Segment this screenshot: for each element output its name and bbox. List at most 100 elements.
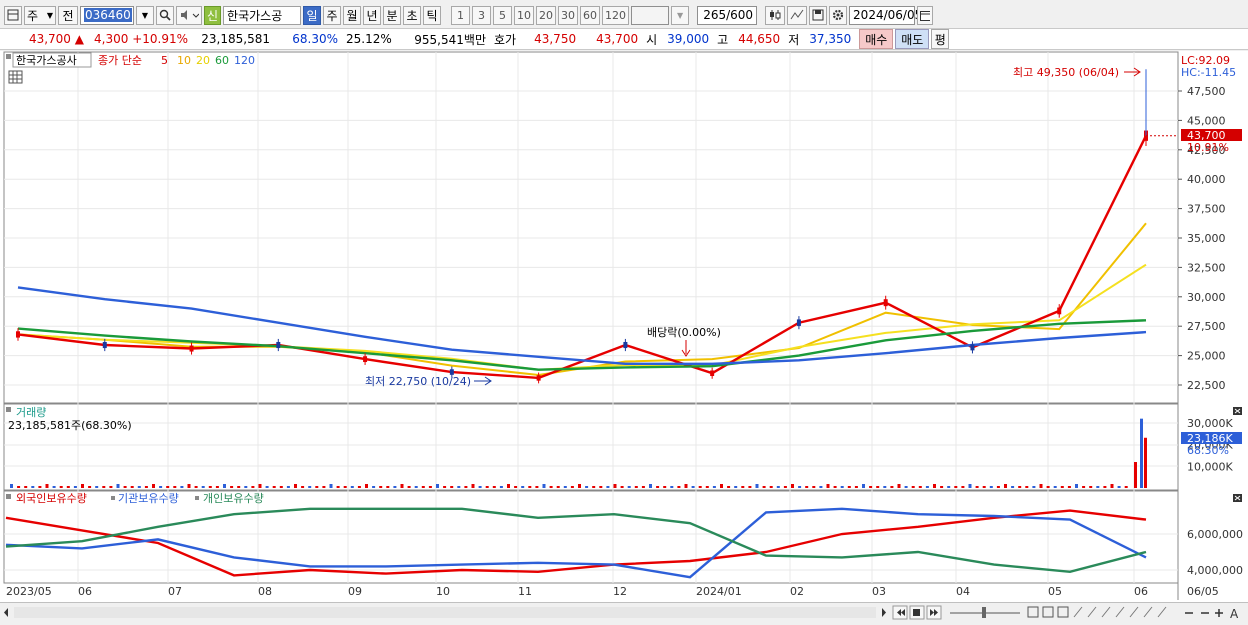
x-axis-label: 06/05 xyxy=(1187,585,1219,598)
period-day[interactable]: 일 xyxy=(303,5,322,25)
close-icon[interactable] xyxy=(1233,407,1242,415)
volume-bar xyxy=(620,486,624,488)
volume-bar xyxy=(1117,486,1121,488)
interval-60[interactable]: 60 xyxy=(580,5,601,25)
interval-30[interactable]: 30 xyxy=(558,5,579,25)
buy-button[interactable]: 매수 xyxy=(859,29,894,49)
volume-bar xyxy=(215,486,219,488)
legend-marker xyxy=(195,496,199,500)
zoom-slider[interactable] xyxy=(950,607,1020,618)
volume-bar xyxy=(840,486,844,488)
table-icon[interactable] xyxy=(8,70,23,84)
save-icon[interactable] xyxy=(809,5,828,25)
volume-bar xyxy=(1032,486,1036,488)
volume-bar xyxy=(1134,462,1137,488)
price-axis-label: 40,000 xyxy=(1187,173,1226,186)
gear-icon[interactable] xyxy=(829,5,848,25)
interval-3[interactable]: 3 xyxy=(472,5,492,25)
period-week[interactable]: 주 xyxy=(323,5,342,25)
sell-button[interactable]: 매도 xyxy=(895,29,930,49)
stop-icon[interactable] xyxy=(909,605,925,620)
price-value: 43,700 xyxy=(28,32,71,46)
volume-bar xyxy=(52,486,56,488)
amount-text: 955,541백만 xyxy=(414,32,486,47)
volume-bar xyxy=(705,486,709,488)
volume-bar xyxy=(350,486,354,488)
count-input[interactable]: 265/600 xyxy=(697,5,758,25)
calendar-icon[interactable] xyxy=(917,5,934,25)
change-pct-value: +10.91% xyxy=(132,32,188,46)
plus-icon[interactable] xyxy=(1215,609,1223,617)
volume-bar xyxy=(698,486,702,488)
interval-10[interactable]: 10 xyxy=(514,5,535,25)
interval-label: 20 xyxy=(539,8,554,22)
legend-foreign: 외국인보유수량 xyxy=(16,492,87,505)
volume-bar xyxy=(45,484,49,488)
fast-forward-icon[interactable] xyxy=(926,605,942,620)
volume-bar xyxy=(854,486,858,488)
chart-area[interactable]: 한국가스공사 종가 단순 5 10 20 60 120 최고 49,350 (0… xyxy=(0,51,1248,603)
chevron-down-icon: ▼ xyxy=(46,10,53,20)
volume-bar xyxy=(869,486,873,488)
volume-bar xyxy=(294,484,297,488)
chart-toolbar: 주 ▼ 전 036460 ▼ 신 한국가스공 일 주 월 년 분 초 틱 1 3… xyxy=(0,3,1248,27)
volume-bar xyxy=(805,486,809,488)
sound-icon[interactable] xyxy=(176,5,202,25)
volume-bar xyxy=(336,486,340,488)
stock-name-field: 한국가스공 xyxy=(223,5,302,25)
period-second[interactable]: 초 xyxy=(403,5,422,25)
volume-bar xyxy=(656,486,660,488)
prev-button[interactable]: 전 xyxy=(58,5,78,25)
scroll-left-icon[interactable] xyxy=(4,608,8,617)
volume-bar xyxy=(485,486,489,488)
period-year[interactable]: 년 xyxy=(363,5,382,25)
candle-type-icon[interactable] xyxy=(765,5,786,25)
layout-icon[interactable] xyxy=(4,5,22,25)
volume-bar xyxy=(947,486,951,488)
volume-bar xyxy=(152,484,155,488)
interval-120[interactable]: 120 xyxy=(602,5,630,25)
close-icon[interactable] xyxy=(1233,494,1242,502)
eval-button[interactable]: 평 xyxy=(931,29,950,49)
view-mode-icon[interactable] xyxy=(1027,606,1069,618)
interval-20[interactable]: 20 xyxy=(536,5,557,25)
volume-bar xyxy=(812,486,816,488)
volume-bar xyxy=(166,486,170,488)
volume-bar xyxy=(66,486,70,488)
scroll-track[interactable] xyxy=(14,607,876,618)
stock-code-input[interactable]: 036460 xyxy=(80,5,134,25)
x-axis-label: 12 xyxy=(613,585,627,598)
interval-label: 5 xyxy=(499,8,507,22)
volume-bar xyxy=(563,486,567,488)
volume-bar xyxy=(904,486,908,488)
price-axis-label: 25,000 xyxy=(1187,350,1226,363)
candle xyxy=(16,331,20,338)
period-tick[interactable]: 틱 xyxy=(423,5,442,25)
ma-legend-60: 60 xyxy=(215,54,229,67)
interval-5[interactable]: 5 xyxy=(493,5,513,25)
draw-tool-icon[interactable] xyxy=(787,5,808,25)
interval-dropdown-button[interactable]: ▼ xyxy=(671,5,690,25)
font-size-icon[interactable]: A xyxy=(1230,607,1239,621)
up-arrow-icon: ▲ xyxy=(74,32,84,46)
market-type-select[interactable]: 주 ▼ xyxy=(24,5,56,25)
volume-bar xyxy=(187,484,191,488)
price-axis-label: 22,500 xyxy=(1187,379,1226,392)
search-icon[interactable] xyxy=(156,5,174,25)
volume-bar xyxy=(237,486,241,488)
high-text: 44,650 xyxy=(738,32,781,46)
date-input[interactable]: 2024/06/05 xyxy=(849,5,922,25)
arrange-icon[interactable] xyxy=(1073,606,1167,618)
volume-bar xyxy=(712,486,716,488)
period-month[interactable]: 월 xyxy=(343,5,362,25)
period-minute[interactable]: 분 xyxy=(383,5,402,25)
custom-interval-input[interactable] xyxy=(631,5,670,25)
volume-bar xyxy=(1124,486,1128,488)
code-dropdown-button[interactable]: ▼ xyxy=(136,5,154,25)
interval-1[interactable]: 1 xyxy=(451,5,471,25)
x-axis-label: 06 xyxy=(78,585,92,598)
chart-scrollbar[interactable]: A xyxy=(0,602,1248,622)
scroll-right-icon[interactable] xyxy=(882,608,886,617)
x-axis-label: 2024/01 xyxy=(696,585,742,598)
rewind-icon[interactable] xyxy=(892,605,908,620)
